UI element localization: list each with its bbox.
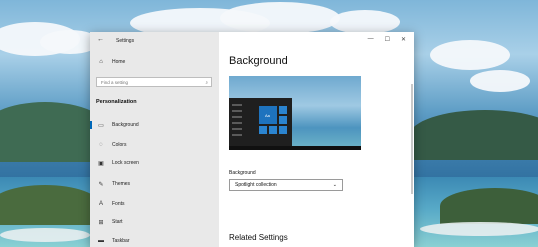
sidebar-item-home[interactable]: ⌂ Home <box>96 56 214 68</box>
sidebar-item-themes[interactable]: ✎ Themes <box>96 178 214 190</box>
background-type-dropdown[interactable]: Spotlight collection ⌄ <box>229 179 343 191</box>
wallpaper-cloud <box>430 40 510 70</box>
minimize-button[interactable]: — <box>368 36 374 43</box>
section-heading: Personalization <box>96 99 137 105</box>
preview-tile <box>279 106 287 114</box>
preview-list-line <box>232 128 242 130</box>
sidebar-item-taskbar[interactable]: ▬ Taskbar <box>96 235 214 247</box>
wallpaper-sand <box>0 228 90 242</box>
sidebar-item-label: Start <box>112 219 123 225</box>
window-controls: — ☐ ✕ <box>368 36 406 43</box>
sidebar-item-label: Home <box>112 59 126 65</box>
sidebar-item-label: Fonts <box>112 201 125 207</box>
background-field-label: Background <box>229 170 256 176</box>
preview-taskbar <box>229 146 361 150</box>
wallpaper-hill <box>410 110 538 160</box>
related-settings-heading: Related Settings <box>229 233 288 242</box>
picture-icon: ▭ <box>98 122 104 129</box>
maximize-button[interactable]: ☐ <box>385 36 390 43</box>
preview-tile <box>269 126 277 134</box>
sidebar-item-label: Taskbar <box>112 238 130 244</box>
search-input[interactable]: Find a setting ⌕ <box>96 77 212 87</box>
page-title: Background <box>229 55 288 67</box>
settings-main-panel: — ☐ ✕ Background Aa Background Spotlight… <box>219 32 414 247</box>
brush-icon: ✎ <box>98 181 104 188</box>
wallpaper-island <box>440 188 538 224</box>
preview-tile <box>259 126 267 134</box>
wallpaper-cloud <box>220 2 340 34</box>
search-placeholder: Find a setting <box>101 79 129 85</box>
settings-window: ← Settings ⌂ Home Find a setting ⌕ Perso… <box>90 32 414 247</box>
sidebar-item-colors[interactable]: ◌ Colors <box>96 139 214 151</box>
background-preview: Aa <box>229 76 361 150</box>
chevron-down-icon: ⌄ <box>332 182 337 188</box>
wallpaper-island <box>0 185 100 225</box>
preview-list-line <box>232 134 242 136</box>
preview-tile <box>279 116 287 124</box>
sidebar-item-background[interactable]: ▭ Background <box>90 119 214 131</box>
font-icon: A <box>98 201 103 207</box>
back-arrow-icon[interactable]: ← <box>97 36 104 43</box>
preview-list-line <box>232 116 242 118</box>
sidebar-item-label: Background <box>112 122 139 128</box>
wallpaper-cloud <box>330 10 400 34</box>
preview-tile-label: Aa <box>265 113 270 118</box>
search-icon: ⌕ <box>205 79 208 85</box>
sidebar-item-lock-screen[interactable]: ▣ Lock screen <box>96 157 214 169</box>
close-button[interactable]: ✕ <box>401 36 406 43</box>
preview-tile <box>279 126 287 134</box>
sidebar-item-start[interactable]: ⊞ Start <box>96 216 214 228</box>
sidebar-item-label: Colors <box>112 142 127 148</box>
preview-list-line <box>232 122 242 124</box>
preview-list-line <box>232 110 242 112</box>
sidebar-item-label: Lock screen <box>112 160 139 166</box>
window-title: Settings <box>116 38 135 44</box>
sidebar-item-fonts[interactable]: A Fonts <box>96 198 214 210</box>
monitor-lock-icon: ▣ <box>98 160 104 167</box>
wallpaper-cloud <box>470 70 530 92</box>
start-icon: ⊞ <box>98 219 104 226</box>
sidebar-item-label: Themes <box>112 181 131 187</box>
dropdown-value: Spotlight collection <box>235 182 277 188</box>
taskbar-icon: ▬ <box>98 238 104 244</box>
home-icon: ⌂ <box>99 59 103 65</box>
palette-icon: ◌ <box>99 142 103 148</box>
settings-sidebar: ← Settings ⌂ Home Find a setting ⌕ Perso… <box>90 32 219 247</box>
preview-list-line <box>232 104 242 106</box>
scrollbar[interactable] <box>411 84 413 194</box>
wallpaper-sand <box>420 222 538 236</box>
